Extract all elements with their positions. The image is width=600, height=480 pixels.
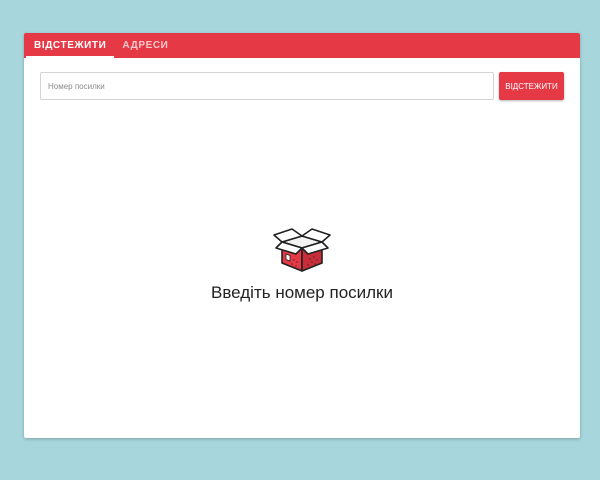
tab-bar: ВІДСТЕЖИТИ АДРЕСИ [24,33,580,58]
tab-track[interactable]: ВІДСТЕЖИТИ [26,33,115,58]
tab-track-label: ВІДСТЕЖИТИ [34,40,107,51]
parcel-number-input[interactable] [40,72,494,100]
tab-addresses-label: АДРЕСИ [122,40,169,51]
search-row: ВІДСТЕЖИТИ [40,72,564,100]
track-button[interactable]: ВІДСТЕЖИТИ [499,72,564,100]
tracking-card: ВІДСТЕЖИТИ АДРЕСИ ВІДСТЕЖИТИ [24,33,580,438]
tab-addresses[interactable]: АДРЕСИ [114,33,176,58]
empty-state-message: Введіть номер посилки [211,283,393,302]
open-box-icon [273,228,331,272]
empty-state: Введіть номер посилки [24,227,580,303]
